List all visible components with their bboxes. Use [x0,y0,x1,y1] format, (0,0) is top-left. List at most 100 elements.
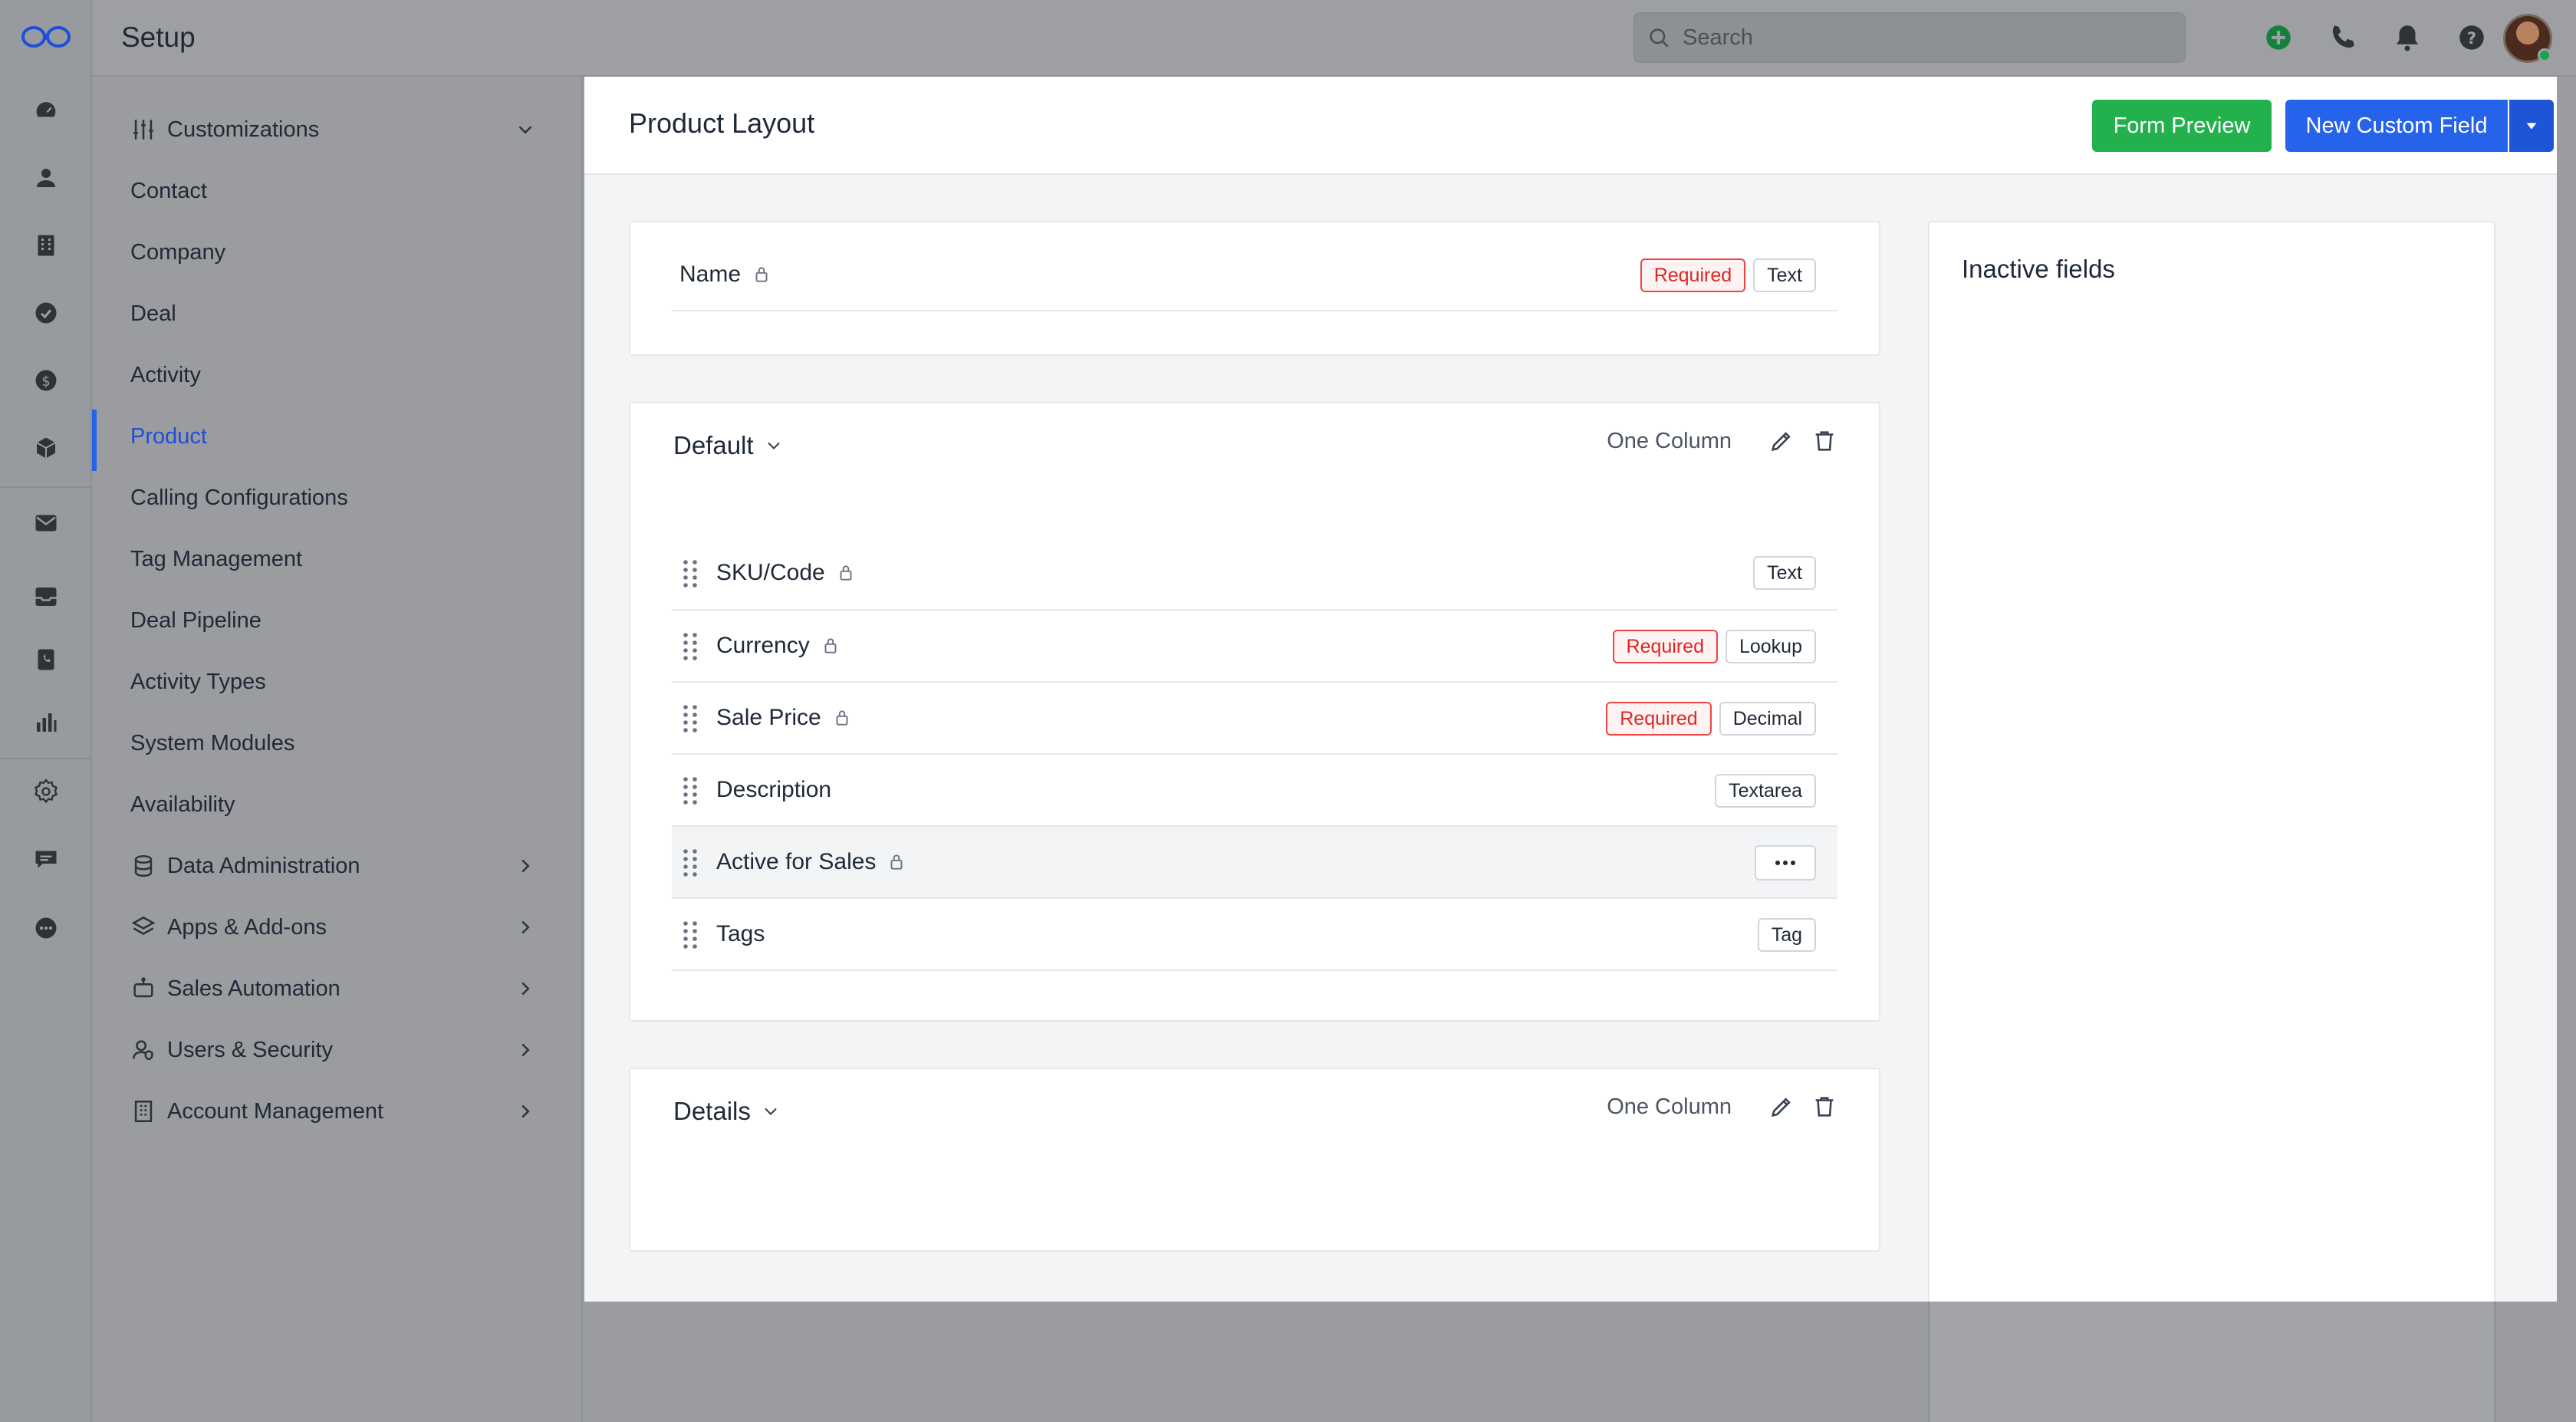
deals-dollar-icon[interactable]: $ [31,365,61,396]
lock-icon [832,708,852,728]
section-title: Details [673,1097,751,1125]
user-avatar[interactable] [2503,14,2552,63]
field-row-tags[interactable]: Tags Tag [672,899,1837,971]
lock-icon [752,265,771,285]
default-section-card: Default One Column SKU/Code Text Currenc… [629,402,1880,1022]
main-panel: Product Layout Form Preview New Custom F… [584,77,2557,1310]
new-field-dropdown-button[interactable] [2509,100,2554,152]
caret-down-icon [2526,123,2537,130]
field-row-currency[interactable]: Currency Required Lookup [672,611,1837,683]
field-row-active-for-sales[interactable]: Active for Sales [672,827,1837,899]
sidebar-item-availability[interactable]: Availability [130,785,235,824]
layers-icon [130,914,156,940]
more-icon[interactable] [31,913,61,943]
search-input[interactable] [1683,20,2173,55]
drag-handle-icon[interactable] [681,919,699,950]
section-header[interactable]: Default [673,431,785,460]
sidebar-group-apps-addons[interactable]: Apps & Add-ons [130,908,327,946]
type-badge: Text [1753,556,1816,590]
new-custom-field-button[interactable]: New Custom Field [2285,100,2508,152]
robot-icon [130,976,156,1002]
chevron-right-icon[interactable] [514,854,537,877]
add-plus-icon[interactable] [2262,21,2295,54]
field-row-sale-price[interactable]: Sale Price Required Decimal [672,683,1837,755]
building-icon [130,1098,156,1124]
section-title: Default [673,431,754,459]
sidebar-item-system-modules[interactable]: System Modules [130,724,294,762]
required-badge: Required [1640,258,1746,292]
sidebar-item-product[interactable]: Product [130,417,207,456]
chevron-right-icon[interactable] [514,977,537,1000]
delete-trash-icon[interactable] [1811,1094,1837,1120]
edit-pencil-icon[interactable] [1768,428,1795,454]
drag-handle-icon[interactable] [681,847,699,877]
sidebar-group-sales-automation[interactable]: Sales Automation [130,969,341,1008]
chat-icon[interactable] [31,844,61,874]
sidebar-item-tag-management[interactable]: Tag Management [130,540,302,578]
field-label: Name [679,262,742,287]
form-preview-button[interactable]: Form Preview [2092,100,2272,152]
bell-icon[interactable] [2391,21,2423,54]
app-logo-icon[interactable] [20,23,72,51]
search-icon [1650,28,1669,48]
sidebar-item-activity-types[interactable]: Activity Types [130,663,266,701]
chevron-down-icon[interactable] [760,1101,781,1122]
lock-icon [821,636,841,656]
companies-icon[interactable] [31,230,61,261]
type-badge: Lookup [1725,630,1816,663]
required-badge: Required [1612,630,1718,663]
delete-trash-icon[interactable] [1811,428,1837,454]
reports-chart-icon[interactable] [31,707,61,738]
phone-icon[interactable] [2327,21,2359,54]
inactive-fields-card-continuation [1928,1302,2495,1422]
user-shield-icon [130,1037,156,1063]
lock-icon [836,563,856,583]
field-row-description[interactable]: Description Textarea [672,755,1837,827]
field-label: Tags [716,921,765,946]
sidebar-group-label: Account Management [167,1098,384,1124]
inactive-fields-card: Inactive fields [1928,221,2495,1310]
active-indicator [92,410,97,471]
dashboard-icon[interactable] [31,95,61,126]
type-badge: Text [1753,258,1816,292]
drag-handle-icon[interactable] [681,630,699,661]
sidebar-group-data-administration[interactable]: Data Administration [130,847,360,885]
sidebar-group-customizations[interactable]: Customizations [130,110,319,149]
mail-icon[interactable] [31,508,61,538]
sidebar-group-account-management[interactable]: Account Management [130,1092,383,1131]
products-box-icon[interactable] [31,433,61,463]
drag-handle-icon[interactable] [681,558,699,588]
chevron-right-icon[interactable] [514,916,537,939]
help-icon[interactable]: ? [2456,21,2488,54]
phone-book-icon[interactable] [31,644,61,675]
sidebar-item-deal-pipeline[interactable]: Deal Pipeline [130,601,262,640]
search-box[interactable] [1633,12,2186,63]
details-section-card: Details One Column [629,1068,1880,1252]
chevron-down-icon[interactable] [514,118,537,141]
sidebar-group-users-security[interactable]: Users & Security [130,1031,333,1069]
sidebar-item-contact[interactable]: Contact [130,172,207,210]
field-row-sku-code[interactable]: SKU/Code Text [672,537,1837,611]
sidebar-item-activity[interactable]: Activity [130,356,201,394]
drag-handle-icon[interactable] [681,703,699,733]
field-label: SKU/Code [716,560,825,585]
more-options-button[interactable] [1755,845,1816,881]
chevron-down-icon[interactable] [763,435,785,456]
sidebar-item-deal[interactable]: Deal [130,295,176,333]
chevron-right-icon[interactable] [514,1039,537,1062]
lock-icon [887,852,906,872]
sidebar-item-company[interactable]: Company [130,233,225,272]
edit-pencil-icon[interactable] [1768,1094,1795,1120]
type-badge: Textarea [1715,774,1816,808]
inbox-icon[interactable] [31,581,61,612]
tasks-check-icon[interactable] [31,298,61,328]
sidebar-group-label: Customizations [167,117,320,142]
column-layout-label: One Column [1607,1094,1732,1119]
section-header[interactable]: Details [673,1097,781,1126]
chevron-right-icon[interactable] [514,1100,537,1123]
sidebar-item-calling-configurations[interactable]: Calling Configurations [130,479,348,517]
settings-gear-icon[interactable] [31,776,61,807]
drag-handle-icon[interactable] [681,775,699,805]
contacts-icon[interactable] [31,163,61,193]
field-row-name[interactable]: Name Required Text [672,239,1837,311]
